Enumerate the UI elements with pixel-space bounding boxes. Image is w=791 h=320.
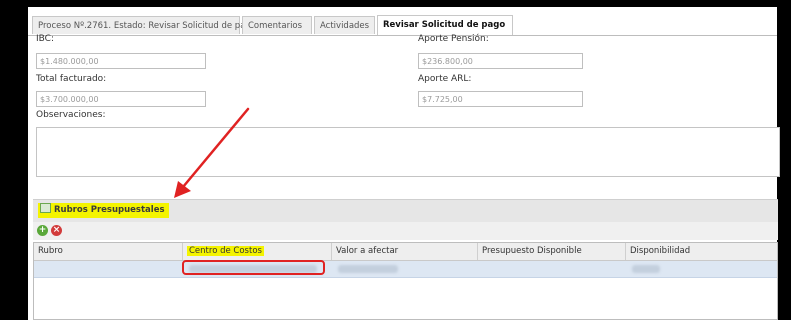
screen-frame-top [0, 0, 791, 7]
table-row[interactable] [34, 260, 777, 278]
table-icon [40, 203, 51, 213]
rubros-grid: Rubro Centro de Costos Valor a afectar P… [33, 242, 778, 320]
screen-frame-left [0, 0, 28, 320]
delete-icon[interactable]: × [51, 225, 62, 236]
rubros-toolbar: + × [33, 222, 778, 240]
annotation-highlight-box [182, 260, 325, 275]
col-disponibilidad[interactable]: Disponibilidad [625, 243, 777, 260]
col-centro-label: Centro de Costos [187, 246, 264, 256]
blurred-cell-valor [338, 265, 398, 273]
blurred-cell-disponibilidad [632, 265, 660, 273]
col-valor-a-afectar[interactable]: Valor a afectar [331, 243, 477, 260]
col-rubro[interactable]: Rubro [34, 243, 182, 260]
rubros-section-header: Rubros Presupuestales [33, 199, 778, 223]
col-presupuesto-disponible[interactable]: Presupuesto Disponible [477, 243, 625, 260]
rubros-section-title[interactable]: Rubros Presupuestales [38, 203, 169, 218]
process-window: Proceso Nº.2761. Estado: Revisar Solicit… [28, 7, 780, 320]
grid-header: Rubro Centro de Costos Valor a afectar P… [34, 243, 777, 261]
add-icon[interactable]: + [37, 225, 48, 236]
rubros-title-text: Rubros Presupuestales [54, 205, 165, 215]
col-centro-de-costos[interactable]: Centro de Costos [182, 243, 331, 260]
